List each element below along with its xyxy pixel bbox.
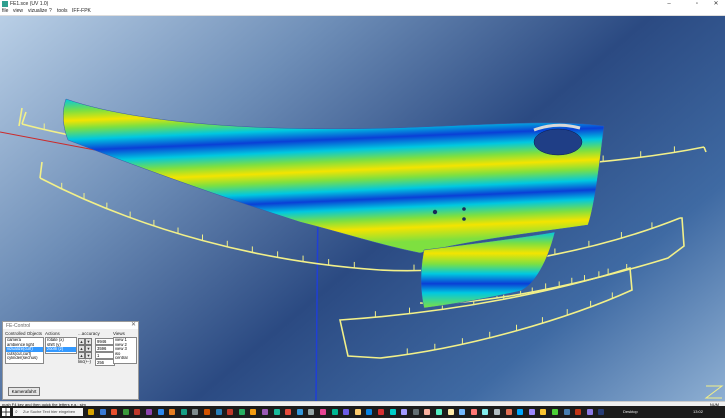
col-views-label: Views [113, 331, 125, 336]
taskbar-app-icon[interactable] [505, 409, 512, 415]
list-item[interactable]: zoom (z) [46, 347, 76, 352]
panel-header: FE-Control ✕ [3, 322, 138, 329]
taskbar-app-icon[interactable] [238, 409, 245, 415]
list-item[interactable]: cylinder(sechus) [6, 356, 43, 361]
taskbar-app-icon[interactable] [88, 409, 94, 415]
minimize-button[interactable]: – [661, 0, 677, 8]
hull-marker [462, 217, 466, 221]
corner-logo [704, 385, 724, 399]
hull-marker [432, 209, 438, 215]
accuracy-field[interactable]: 3596 [95, 345, 115, 352]
taskbar-app-icon[interactable] [378, 409, 384, 415]
search-icon: ⌕ [15, 409, 18, 415]
taskbar-app-icon[interactable] [459, 409, 466, 415]
accuracy-field[interactable]: 9946 [95, 338, 115, 345]
taskbar-app-icon[interactable] [494, 409, 500, 415]
views-list[interactable]: view 1 view 2 view 3 iso central [113, 337, 137, 364]
taskbar-app-icon[interactable] [99, 409, 106, 415]
windows-start-icon[interactable] [2, 408, 10, 416]
taskbar-app-icon[interactable] [447, 409, 454, 415]
col-objects-label: Controlled Objects [5, 331, 43, 336]
decrease-button[interactable]: ▼ [85, 352, 92, 359]
list-item[interactable]: central [114, 356, 136, 361]
taskbar-app-icon[interactable] [401, 409, 408, 415]
taskbar-app-icon[interactable] [250, 409, 257, 415]
taskbar-app-icon[interactable] [122, 409, 129, 415]
taskbar-app-icon[interactable] [517, 409, 524, 415]
panel-title: FE-Control [6, 323, 31, 329]
close-button[interactable]: ✕ [708, 0, 724, 8]
taskbar-app-icon[interactable] [134, 409, 141, 415]
maximize-button[interactable]: ▫ [689, 0, 705, 8]
taskbar-app-icon[interactable] [192, 409, 199, 415]
menu-iff-fpk[interactable]: IFF-FPK [72, 8, 91, 15]
taskbar-app-icon[interactable] [412, 409, 419, 415]
menu-bar: file view vizualize ? tools IFF-FPK [0, 8, 725, 16]
taskbar-app-icon[interactable] [308, 409, 315, 415]
taskbar-app-icon[interactable] [552, 409, 558, 415]
taskbar-search-input[interactable]: ⌕ Zur Suche Text hier eingeben [13, 408, 83, 416]
kamerafahrt-button[interactable]: Kamerafahrt [8, 387, 40, 396]
decrease-button[interactable]: ▼ [85, 338, 92, 345]
title-bar: FE1.sce (UV 1.0) – ▫ ✕ [0, 0, 725, 8]
decrease-button[interactable]: ▼ [85, 345, 92, 352]
linc-label: linc(+-) [78, 359, 91, 364]
desktop-label[interactable]: Desktop [623, 406, 638, 418]
taskbar-app-icon[interactable] [157, 409, 164, 415]
taskbar-app-icon[interactable] [331, 409, 338, 415]
objects-list[interactable]: camera ambience light vizualize(curf) cu… [5, 337, 44, 364]
taskbar-app-icon[interactable] [354, 409, 361, 415]
clock[interactable]: 13:02 [693, 406, 703, 418]
col-actions-label: Actions [45, 331, 60, 336]
taskbar-app-icon[interactable] [540, 409, 547, 415]
search-placeholder: Zur Suche Text hier eingeben [23, 409, 76, 414]
taskbar-app-icon[interactable] [575, 409, 582, 415]
taskbar-app-icon[interactable] [424, 409, 431, 415]
taskbar-app-icon[interactable] [563, 409, 570, 415]
accuracy-field[interactable]: 1 [95, 352, 115, 359]
window-title: FE1.sce (UV 1.0) [10, 1, 49, 7]
menu-vizualize[interactable]: vizualize [28, 8, 47, 15]
increase-button[interactable]: ▲ [78, 352, 85, 359]
taskbar-app-icon[interactable] [586, 409, 593, 415]
linc-field[interactable]: 256 [95, 359, 115, 366]
hull-marker [462, 207, 466, 211]
taskbar-app-icon[interactable] [320, 409, 326, 415]
actions-list[interactable]: rotate (x) shift (y) zoom (z) [45, 337, 77, 354]
taskbar: ⌕ Zur Suche Text hier eingeben Desktop 1… [0, 406, 725, 418]
taskbar-app-icon[interactable] [470, 409, 477, 415]
increase-button[interactable]: ▲ [78, 345, 85, 352]
z-axis-line [315, 199, 319, 401]
taskbar-app-icon[interactable] [111, 409, 118, 415]
taskbar-app-icon[interactable] [215, 409, 222, 415]
menu-help[interactable]: ? [49, 8, 52, 15]
fe-control-panel: FE-Control ✕ Controlled Objects Actions … [2, 321, 139, 400]
taskbar-app-icon[interactable] [366, 409, 373, 415]
increase-button[interactable]: ▲ [78, 338, 85, 345]
menu-view[interactable]: view [13, 8, 23, 15]
taskbar-app-icon[interactable] [436, 409, 442, 415]
hull-surface [63, 98, 605, 254]
panel-close-button[interactable]: ✕ [131, 322, 136, 329]
taskbar-app-icon[interactable] [169, 409, 176, 415]
taskbar-app-icon[interactable] [204, 409, 210, 415]
taskbar-app-icon[interactable] [180, 409, 187, 415]
taskbar-app-icon[interactable] [598, 409, 605, 415]
col-accuracy-label: ...accuracy [78, 331, 100, 336]
taskbar-app-icon[interactable] [273, 409, 280, 415]
taskbar-app-icon[interactable] [285, 409, 292, 415]
taskbar-app-icon[interactable] [389, 409, 396, 415]
taskbar-app-icon[interactable] [146, 409, 152, 415]
menu-tools[interactable]: tools [57, 8, 68, 15]
app-icon [2, 1, 8, 7]
menu-file[interactable]: file [2, 8, 8, 15]
taskbar-app-icon[interactable] [262, 409, 268, 415]
taskbar-app-icon[interactable] [528, 409, 535, 415]
taskbar-app-icon[interactable] [343, 409, 350, 415]
taskbar-app-icon[interactable] [227, 409, 234, 415]
taskbar-app-icon[interactable] [296, 409, 303, 415]
taskbar-app-icon[interactable] [482, 409, 489, 415]
transom-cutout [533, 128, 583, 156]
